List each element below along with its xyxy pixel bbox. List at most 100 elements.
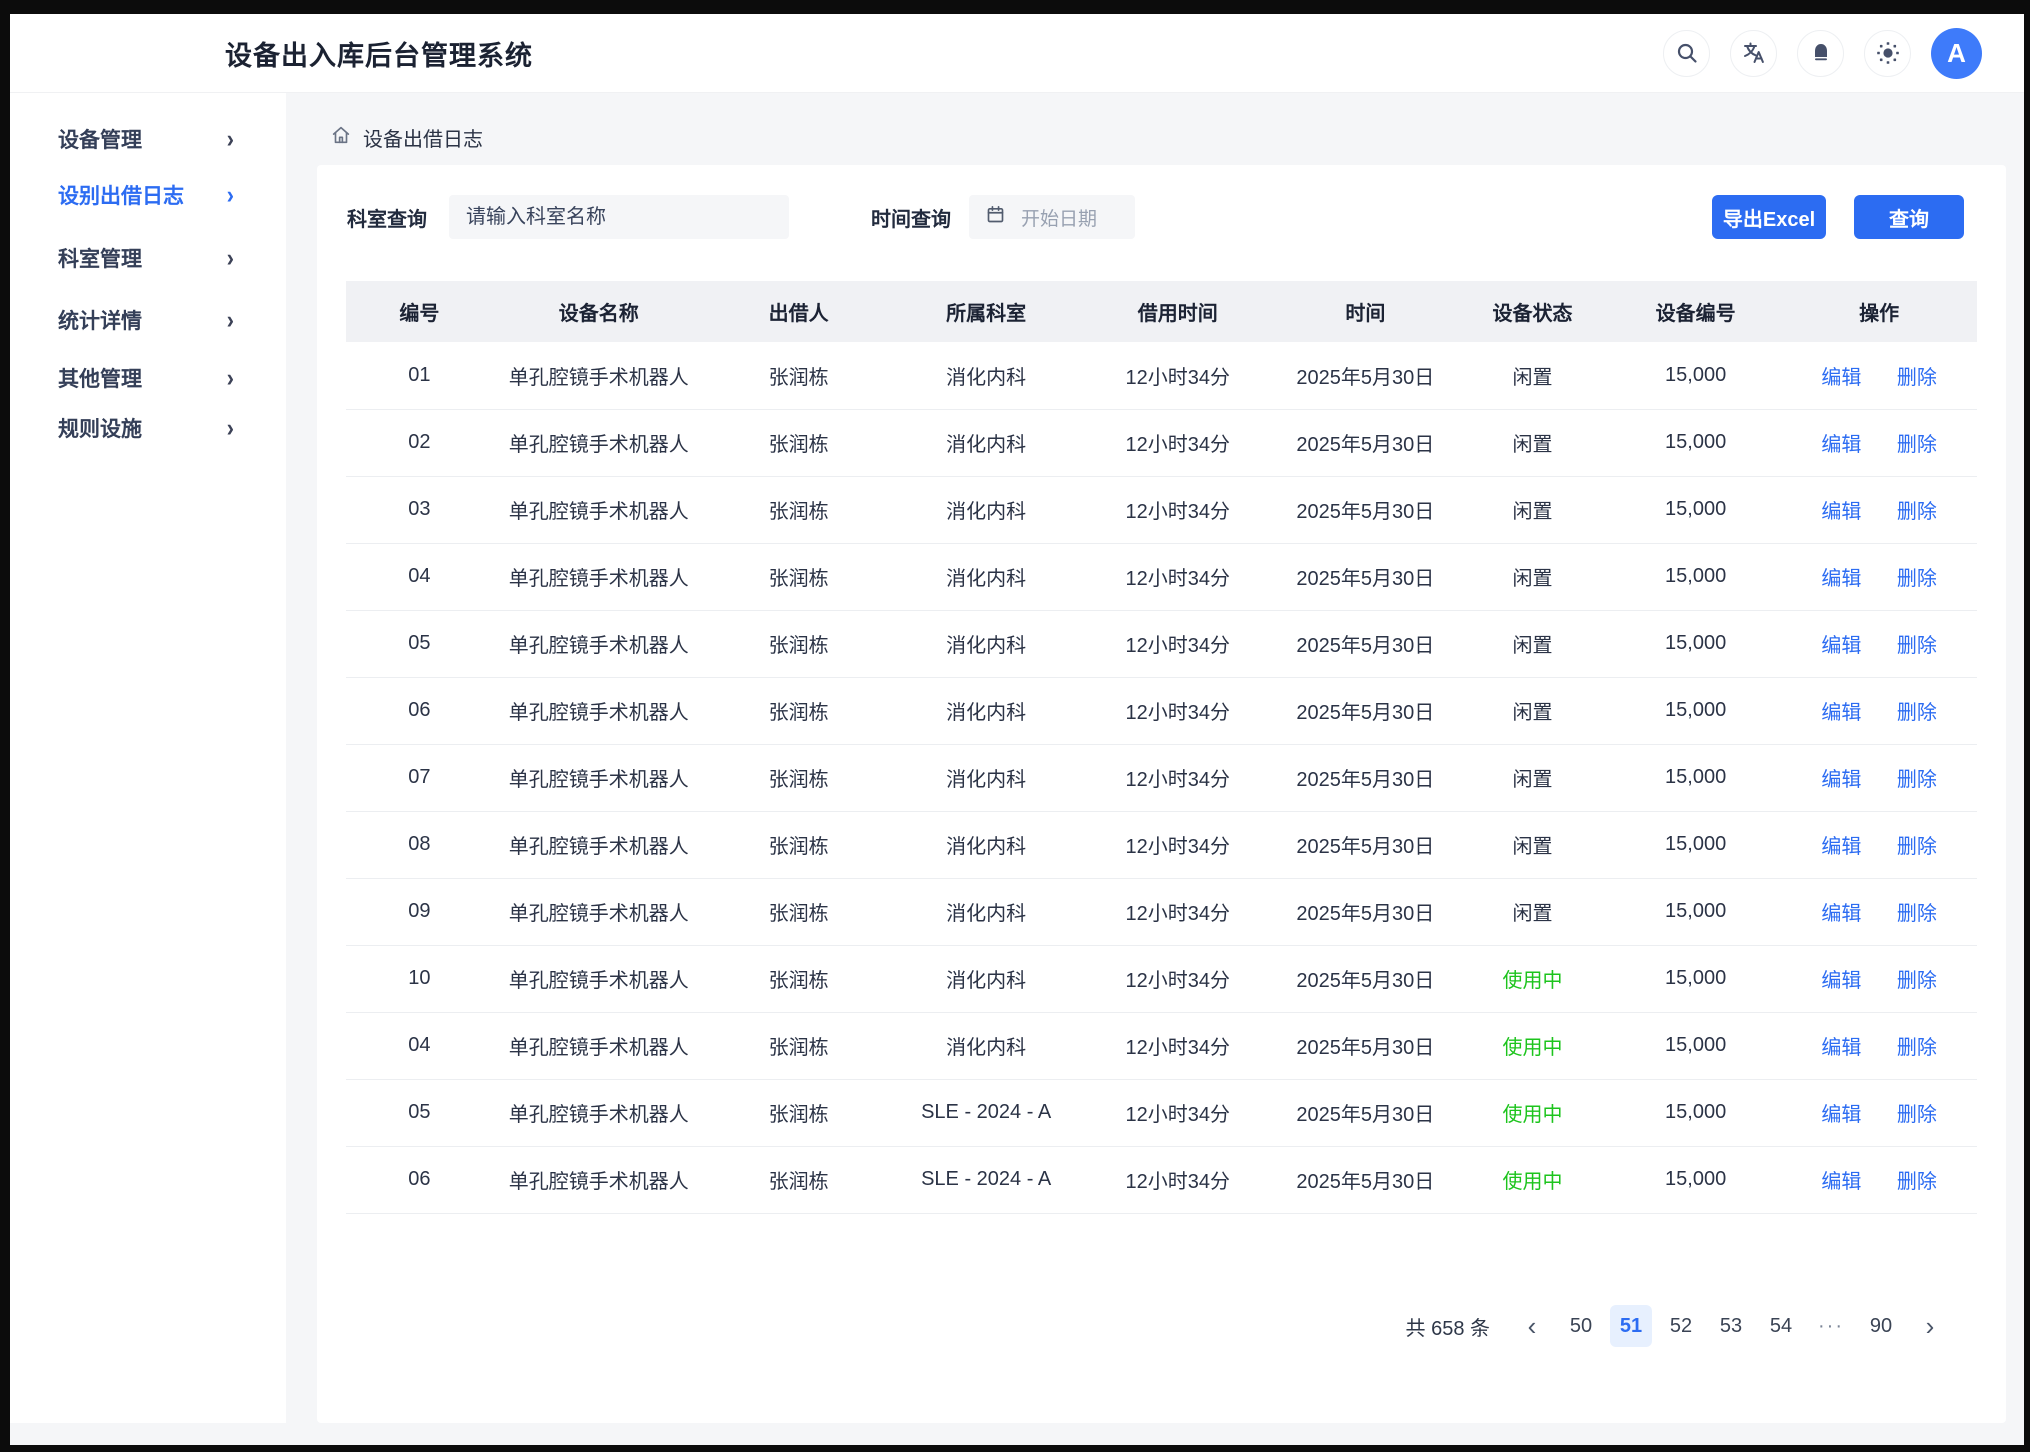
cell-actions: 编辑 删除 <box>1781 409 1977 476</box>
edit-link[interactable]: 编辑 <box>1821 836 1861 858</box>
cell-id: 01 <box>346 342 493 409</box>
cell-lender: 张润栋 <box>705 476 893 543</box>
cell-device-number: 15,000 <box>1610 1079 1781 1146</box>
sidebar-item[interactable]: 其他管理 › <box>10 354 286 401</box>
table-row: 04 单孔腔镜手术机器人 张润栋 消化内科 12小时34分 2025年5月30日… <box>346 543 1977 610</box>
edit-link[interactable]: 编辑 <box>1821 702 1861 724</box>
cell-duration: 12小时34分 <box>1080 1012 1276 1079</box>
cell-id: 04 <box>346 1012 493 1079</box>
search-button[interactable] <box>1663 30 1710 77</box>
delete-link[interactable]: 删除 <box>1897 970 1937 992</box>
cell-device-number: 15,000 <box>1610 878 1781 945</box>
cell-duration: 12小时34分 <box>1080 811 1276 878</box>
cell-duration: 12小时34分 <box>1080 409 1276 476</box>
edit-link[interactable]: 编辑 <box>1821 434 1861 456</box>
dept-search-input[interactable] <box>449 195 789 239</box>
page-number[interactable]: 51 <box>1610 1305 1652 1347</box>
cell-duration: 12小时34分 <box>1080 543 1276 610</box>
delete-link[interactable]: 删除 <box>1897 367 1937 389</box>
cell-status: 闲置 <box>1455 677 1610 744</box>
delete-link[interactable]: 删除 <box>1897 1104 1937 1126</box>
cell-duration: 12小时34分 <box>1080 1079 1276 1146</box>
edit-link[interactable]: 编辑 <box>1821 635 1861 657</box>
cell-date: 2025年5月30日 <box>1276 1012 1455 1079</box>
cell-status: 使用中 <box>1455 1079 1610 1146</box>
cell-device-number: 15,000 <box>1610 744 1781 811</box>
sidebar-item[interactable]: 设备管理 › <box>10 115 286 162</box>
app-window: 设备出入库后台管理系统 <box>10 14 2024 1445</box>
cell-duration: 12小时34分 <box>1080 945 1276 1012</box>
cell-actions: 编辑 删除 <box>1781 1079 1977 1146</box>
page-number[interactable]: 90 <box>1860 1305 1902 1347</box>
cell-status: 闲置 <box>1455 878 1610 945</box>
cell-department: 消化内科 <box>892 476 1080 543</box>
delete-link[interactable]: 删除 <box>1897 702 1937 724</box>
delete-link[interactable]: 删除 <box>1897 568 1937 590</box>
main-content: 设备出借日志 科室查询 时间查询 开始日期 导出Ex <box>286 93 2024 1445</box>
delete-link[interactable]: 删除 <box>1897 434 1937 456</box>
cell-device-number: 15,000 <box>1610 543 1781 610</box>
export-excel-button[interactable]: 导出Excel <box>1712 195 1826 239</box>
cell-id: 10 <box>346 945 493 1012</box>
delete-link[interactable]: 删除 <box>1897 501 1937 523</box>
user-avatar[interactable]: A <box>1931 28 1982 79</box>
calendar-icon <box>985 204 1006 230</box>
cell-date: 2025年5月30日 <box>1276 878 1455 945</box>
delete-link[interactable]: 删除 <box>1897 769 1937 791</box>
table-column-header: 设备状态 <box>1455 281 1610 342</box>
delete-link[interactable]: 删除 <box>1897 635 1937 657</box>
cell-device-name: 单孔腔镜手术机器人 <box>493 543 705 610</box>
cell-id: 07 <box>346 744 493 811</box>
cell-actions: 编辑 删除 <box>1781 342 1977 409</box>
edit-link[interactable]: 编辑 <box>1821 1171 1861 1193</box>
cell-lender: 张润栋 <box>705 878 893 945</box>
cell-date: 2025年5月30日 <box>1276 811 1455 878</box>
content-card: 科室查询 时间查询 开始日期 导出Excel 查询 <box>317 165 2006 1423</box>
theme-button[interactable] <box>1864 30 1911 77</box>
edit-link[interactable]: 编辑 <box>1821 769 1861 791</box>
delete-link[interactable]: 删除 <box>1897 836 1937 858</box>
sidebar-item[interactable]: 科室管理 › <box>10 234 286 281</box>
table-row: 05 单孔腔镜手术机器人 张润栋 消化内科 12小时34分 2025年5月30日… <box>346 610 1977 677</box>
next-page-icon[interactable]: › <box>1910 1306 1950 1346</box>
pagination-total: 共 658 条 <box>1406 1312 1490 1341</box>
query-button[interactable]: 查询 <box>1854 195 1964 239</box>
cell-department: 消化内科 <box>892 610 1080 677</box>
table-row: 06 单孔腔镜手术机器人 张润栋 SLE - 2024 - A 12小时34分 … <box>346 1146 1977 1213</box>
page-number[interactable]: 53 <box>1710 1305 1752 1347</box>
cell-date: 2025年5月30日 <box>1276 1146 1455 1213</box>
edit-link[interactable]: 编辑 <box>1821 1104 1861 1126</box>
page-number[interactable]: 52 <box>1660 1305 1702 1347</box>
prev-page-icon[interactable]: ‹ <box>1512 1306 1552 1346</box>
cell-device-name: 单孔腔镜手术机器人 <box>493 744 705 811</box>
delete-link[interactable]: 删除 <box>1897 1171 1937 1193</box>
sidebar-item[interactable]: 统计详情 › <box>10 296 286 343</box>
cell-department: SLE - 2024 - A <box>892 1079 1080 1146</box>
page-number[interactable]: 54 <box>1760 1305 1802 1347</box>
cell-date: 2025年5月30日 <box>1276 945 1455 1012</box>
cell-duration: 12小时34分 <box>1080 677 1276 744</box>
delete-link[interactable]: 删除 <box>1897 1037 1937 1059</box>
cell-department: 消化内科 <box>892 744 1080 811</box>
page-number[interactable]: 50 <box>1560 1305 1602 1347</box>
cell-device-name: 单孔腔镜手术机器人 <box>493 1146 705 1213</box>
edit-link[interactable]: 编辑 <box>1821 501 1861 523</box>
cell-device-name: 单孔腔镜手术机器人 <box>493 409 705 476</box>
table-row: 01 单孔腔镜手术机器人 张润栋 消化内科 12小时34分 2025年5月30日… <box>346 342 1977 409</box>
sidebar-item[interactable]: 规则设施 › <box>10 404 286 451</box>
theme-icon <box>1875 40 1901 66</box>
start-date-picker[interactable]: 开始日期 <box>969 195 1135 239</box>
edit-link[interactable]: 编辑 <box>1821 367 1861 389</box>
cell-date: 2025年5月30日 <box>1276 610 1455 677</box>
delete-link[interactable]: 删除 <box>1897 903 1937 925</box>
edit-link[interactable]: 编辑 <box>1821 970 1861 992</box>
edit-link[interactable]: 编辑 <box>1821 903 1861 925</box>
edit-link[interactable]: 编辑 <box>1821 1037 1861 1059</box>
start-date-placeholder: 开始日期 <box>1021 204 1097 231</box>
cell-device-number: 15,000 <box>1610 610 1781 677</box>
notification-button[interactable] <box>1797 30 1844 77</box>
cell-device-name: 单孔腔镜手术机器人 <box>493 476 705 543</box>
translate-button[interactable] <box>1730 30 1777 77</box>
edit-link[interactable]: 编辑 <box>1821 568 1861 590</box>
sidebar-item[interactable]: 设别出借日志 › <box>10 171 286 218</box>
